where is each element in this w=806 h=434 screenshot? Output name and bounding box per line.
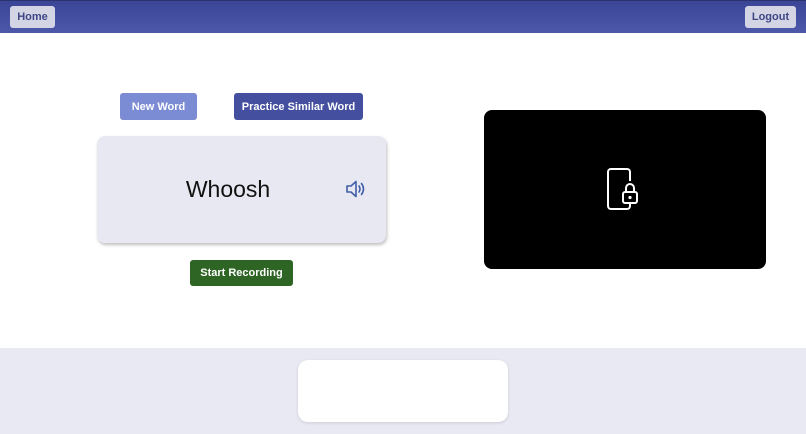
top-nav-bar: Home Logout <box>0 0 806 33</box>
footer <box>0 348 806 434</box>
feedback-panel <box>298 360 508 422</box>
speaker-icon[interactable] <box>345 178 367 200</box>
start-recording-button[interactable]: Start Recording <box>190 260 293 286</box>
new-word-button[interactable]: New Word <box>120 93 197 120</box>
practice-similar-word-button[interactable]: Practice Similar Word <box>234 93 363 120</box>
phone-lock-icon <box>606 167 644 211</box>
practice-word: Whoosh <box>185 176 271 202</box>
camera-preview <box>484 110 766 269</box>
logout-button[interactable]: Logout <box>745 6 796 28</box>
word-card: Whoosh <box>97 136 386 243</box>
page: Home Logout New Word Practice Similar Wo… <box>0 0 806 434</box>
home-button[interactable]: Home <box>10 6 55 28</box>
